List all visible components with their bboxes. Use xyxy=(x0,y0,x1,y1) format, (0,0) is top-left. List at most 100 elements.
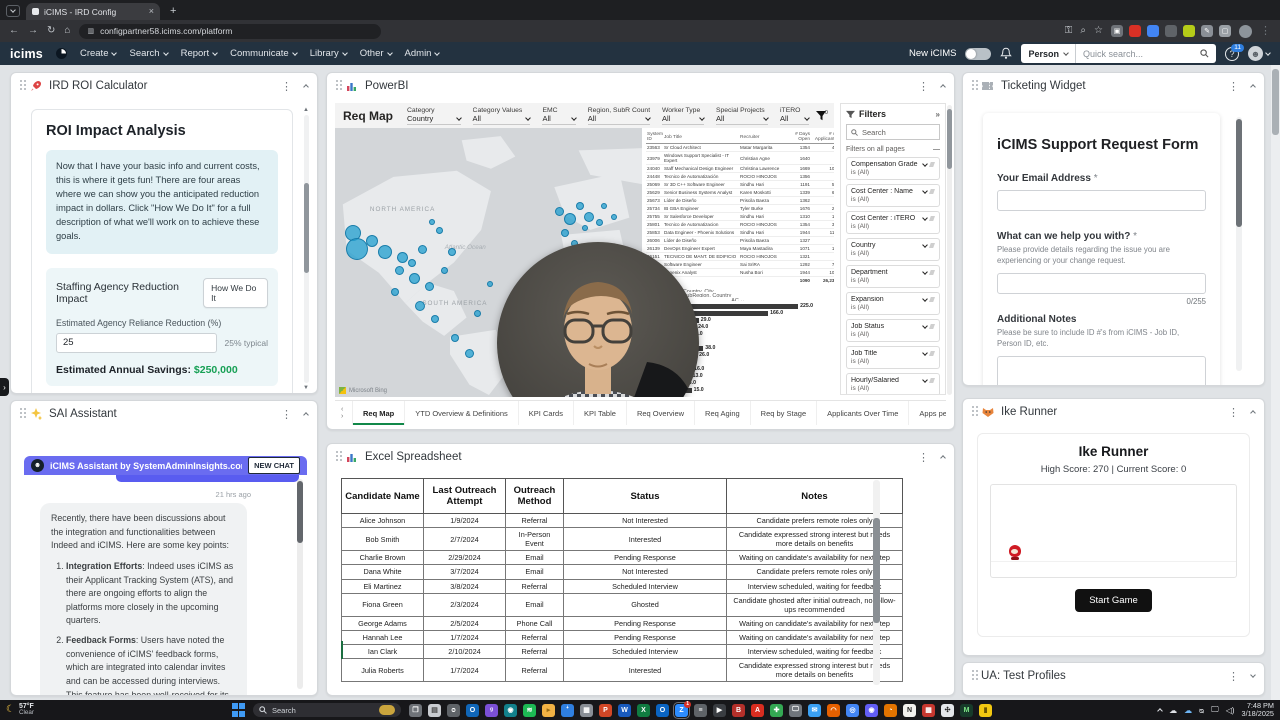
nav-menu-library[interactable]: Library xyxy=(310,48,348,59)
drag-handle-icon[interactable] xyxy=(336,451,338,463)
display-icon[interactable]: 🖵 xyxy=(1211,705,1219,715)
game-canvas[interactable] xyxy=(990,484,1237,578)
taskbar-icon-outlook-1[interactable]: O xyxy=(466,703,479,717)
map-data-bubble[interactable] xyxy=(473,310,481,318)
excel-cell[interactable]: Not Interested xyxy=(563,512,727,529)
filter-card[interactable]: Job Title is (All) xyxy=(846,346,940,369)
taskbar-icon-powerpoint[interactable]: P xyxy=(599,703,612,717)
taskbar-icon-notepad[interactable]: ≡ xyxy=(694,703,707,717)
browser-profile-avatar[interactable] xyxy=(1239,24,1252,38)
site-settings-icon[interactable]: ▥ xyxy=(87,28,94,35)
taskbar-icon-firefox[interactable]: ◠ xyxy=(827,703,840,717)
chevron-down-icon[interactable] xyxy=(922,241,928,248)
slicer-2[interactable]: EMC All xyxy=(536,103,581,128)
excel-cell[interactable]: Dana White xyxy=(341,564,424,580)
onedrive-icon[interactable]: ☁ xyxy=(1169,706,1177,715)
table-row[interactable]: 26151 TECNICO DE MANT. DE EDIFICIO ROCIO H… xyxy=(646,252,834,261)
table-row[interactable]: 26139 DevOps Engineer Expert Maya Mastadir… xyxy=(646,244,834,253)
map-data-bubble[interactable] xyxy=(555,206,565,216)
quick-search-input[interactable]: Quick search... xyxy=(1076,44,1216,63)
filter-card[interactable]: Compensation Grade is (All) xyxy=(846,157,940,180)
widget-menu-icon[interactable]: ⋮ xyxy=(1228,406,1239,419)
chevron-down-icon[interactable] xyxy=(922,376,928,383)
box-extension-icon[interactable]: ▢ xyxy=(1219,25,1231,37)
taskbar-icon-pin-app[interactable]: ◉ xyxy=(504,703,517,717)
excel-cell[interactable]: Eli Martinez xyxy=(341,578,424,594)
blue-extension-icon[interactable] xyxy=(1147,25,1159,37)
report-tab-ytd-overview-definitions[interactable]: YTD Overview & Definitions xyxy=(405,401,519,425)
start-button[interactable] xyxy=(232,703,246,717)
help-input[interactable] xyxy=(997,272,1206,294)
microphone-icon[interactable]: ᴓ xyxy=(1199,706,1204,715)
filter-card[interactable]: Country is (All) xyxy=(846,238,940,261)
taskbar-icon-red-grid-app[interactable]: ▦ xyxy=(922,703,935,717)
excel-cell[interactable]: Scheduled Interview xyxy=(563,578,727,594)
user-menu[interactable]: ☻ xyxy=(1248,46,1271,61)
slicer-value[interactable]: All xyxy=(472,114,532,125)
eraser-icon[interactable] xyxy=(929,378,935,383)
excel-cell[interactable]: Alice Johnson xyxy=(341,512,424,529)
excel-cell[interactable]: Hannah Lee xyxy=(341,629,424,646)
filter-card[interactable]: Expansion is (All) xyxy=(846,292,940,315)
taskbar-icon-mail-app[interactable]: ✉ xyxy=(808,703,821,717)
excel-cell[interactable]: Charlie Brown xyxy=(341,550,424,566)
page-scrollbar[interactable] xyxy=(1271,65,1280,700)
drag-handle-icon[interactable] xyxy=(972,406,974,418)
table-row[interactable]: 25801 Tecnico de Automatizacion ROCIO HINO… xyxy=(646,220,834,229)
help-icon[interactable]: ? 11 xyxy=(1225,43,1244,61)
chevron-down-icon[interactable] xyxy=(922,214,928,221)
tab-search-chevron-icon[interactable] xyxy=(6,5,20,17)
taskbar-icon-openai[interactable]: ✣ xyxy=(941,703,954,717)
excel-cell[interactable]: 2/10/2024 xyxy=(423,644,506,660)
pen-extension-icon[interactable]: ✎ xyxy=(1201,25,1213,37)
taskbar-icon-media-player[interactable]: ▶ xyxy=(713,703,726,717)
taskbar-icon-acrobat[interactable]: A xyxy=(751,703,764,717)
table-row[interactable]: 24448 Tecnico de Automatización ROCIO HINO… xyxy=(646,172,834,181)
authenticator-extension-icon[interactable] xyxy=(1183,25,1195,37)
nav-menu-communicate[interactable]: Communicate xyxy=(230,48,298,59)
eraser-icon[interactable] xyxy=(929,297,935,302)
nav-menu-other[interactable]: Other xyxy=(360,48,393,59)
map-data-bubble[interactable] xyxy=(575,202,584,210)
sai-scrollbar[interactable] xyxy=(297,479,303,689)
collapse-icon[interactable] xyxy=(1250,84,1256,90)
map-data-bubble[interactable] xyxy=(390,288,399,297)
map-data-bubble[interactable] xyxy=(581,224,588,231)
filter-card[interactable]: Cost Center : Name is (All) xyxy=(846,184,940,207)
widget-menu-icon[interactable]: ⋮ xyxy=(281,408,292,421)
taskbar-icon-word[interactable]: W xyxy=(618,703,631,717)
chevron-down-icon[interactable] xyxy=(922,322,928,329)
taskbar-icon-voice-app[interactable]: ᴑ xyxy=(447,703,460,717)
slicer-value[interactable]: All xyxy=(542,114,577,125)
table-row[interactable]: 24040 Staff Mechanical Design Engineer Chr… xyxy=(646,164,834,173)
table-row[interactable]: 23979 Windows Support Specialist - IT Exp… xyxy=(646,151,834,165)
table-row[interactable]: 25673Líder de DiseñoPriscila Baeza13625 xyxy=(646,196,834,205)
excel-row[interactable]: Bob Smith 2/7/2024 In-Person Event Interest… xyxy=(341,527,903,552)
excel-scrollbar[interactable] xyxy=(873,480,880,685)
taskbar-icon-zoom[interactable]: Z1 xyxy=(673,700,691,719)
nav-menu-admin[interactable]: Admin xyxy=(405,48,441,59)
map-data-bubble[interactable] xyxy=(486,281,493,288)
excel-row[interactable]: Dana White 3/7/2024 Email Not Interested Can… xyxy=(341,564,903,580)
excel-cell[interactable]: Referral xyxy=(505,658,564,683)
excel-cell[interactable]: Fiona Green xyxy=(341,592,424,617)
eraser-icon[interactable] xyxy=(929,243,935,248)
drag-handle-icon[interactable] xyxy=(20,408,22,420)
map-data-bubble[interactable] xyxy=(408,258,417,267)
taskbar-icon-red-book[interactable]: B xyxy=(732,703,745,717)
taskbar-clock[interactable]: 7:48 PM 3/18/2025 xyxy=(1242,701,1274,718)
taskbar-icon-notion[interactable]: N xyxy=(903,703,916,717)
search-this-page-icon[interactable]: ⌕ xyxy=(1080,26,1086,36)
excel-cell[interactable]: 2/29/2024 xyxy=(423,550,506,566)
collapse-icon[interactable] xyxy=(303,412,309,418)
widget-menu-icon[interactable]: ⋮ xyxy=(281,80,292,93)
slicer-value[interactable]: All xyxy=(587,114,651,125)
report-tab-applicants-over-time[interactable]: Applicants Over Time xyxy=(817,401,910,425)
excel-cell[interactable]: Pending Response xyxy=(563,629,727,646)
report-tab-req-aging[interactable]: Req Aging xyxy=(695,401,751,425)
excel-cell[interactable]: Referral xyxy=(505,629,564,646)
how-we-do-it-button[interactable]: How We Do It xyxy=(203,277,268,308)
excel-cell[interactable]: 3/7/2024 xyxy=(423,564,506,580)
tray-expand-icon[interactable] xyxy=(1157,708,1163,714)
camera-extension-icon[interactable]: ▣ xyxy=(1111,25,1123,37)
